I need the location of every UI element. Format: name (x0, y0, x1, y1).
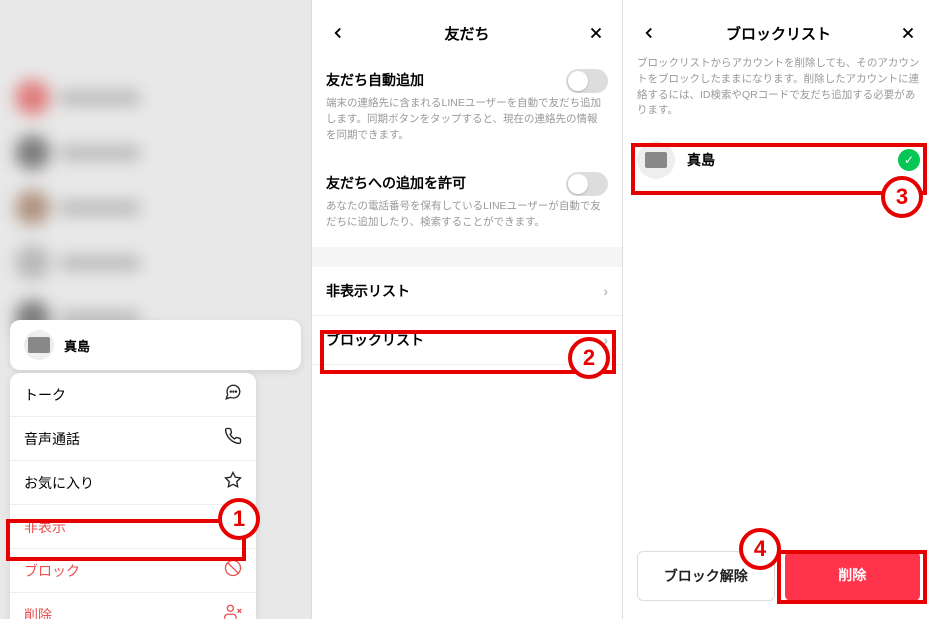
delete-button[interactable]: 削除 (785, 551, 921, 601)
divider (312, 247, 622, 267)
row-label: 非表示リスト (326, 281, 410, 301)
avatar (637, 141, 675, 179)
eye-off-icon (224, 515, 242, 538)
unblock-button[interactable]: ブロック解除 (637, 551, 775, 601)
avatar (24, 330, 54, 360)
menu-label: ブロック (24, 561, 80, 581)
setting-title: 友だち自動追加 (326, 66, 424, 96)
close-button[interactable] (896, 21, 920, 45)
menu-label: お気に入り (24, 473, 94, 493)
page-title: ブロックリスト (726, 23, 831, 44)
star-icon (224, 471, 242, 494)
menu-item-delete[interactable]: 削除 (10, 593, 256, 619)
toggle-allow-add[interactable] (566, 172, 608, 196)
close-button[interactable] (584, 21, 608, 45)
check-icon: ✓ (898, 149, 920, 171)
block-list-pane: ブロックリスト ブロックリストからアカウントを削除しても、そのアカウントをブロッ… (622, 0, 934, 619)
phone-icon (224, 427, 242, 450)
chevron-right-icon: › (603, 283, 608, 299)
chat-icon (224, 383, 242, 406)
menu-item-hide[interactable]: 非表示 (10, 505, 256, 549)
blocked-user-name: 真島 (687, 150, 886, 170)
back-button[interactable] (637, 21, 661, 45)
menu-label: 音声通話 (24, 429, 80, 449)
bottom-actions: ブロック解除 削除 (637, 551, 920, 601)
block-icon (224, 559, 242, 582)
setting-desc: 端末の連絡先に含まれるLINEユーザーを自動で友だち追加します。同期ボタンをタッ… (326, 96, 608, 143)
nav-header: 友だち (312, 0, 622, 56)
context-menu: トーク 音声通話 お気に入り 非表示 ブロック 削除 (10, 373, 256, 619)
page-title: 友だち (444, 23, 489, 44)
back-button[interactable] (326, 21, 350, 45)
contact-name: 真島 (64, 336, 90, 355)
info-text: ブロックリストからアカウントを削除しても、そのアカウントをブロックしたままになり… (623, 56, 934, 129)
menu-label: 非表示 (24, 517, 66, 537)
menu-item-voice-call[interactable]: 音声通話 (10, 417, 256, 461)
toggle-auto-add[interactable] (566, 69, 608, 93)
setting-allow-add: 友だちへの追加を許可 あなたの電話番号を保有しているLINEユーザーが自動で友だ… (312, 159, 622, 247)
setting-auto-add: 友だち自動追加 端末の連絡先に含まれるLINEユーザーを自動で友だち追加します。… (312, 56, 622, 159)
blocked-user-row[interactable]: 真島 ✓ (623, 129, 934, 191)
menu-item-talk[interactable]: トーク (10, 373, 256, 417)
setting-desc: あなたの電話番号を保有しているLINEユーザーが自動で友だちに追加したり、検索す… (326, 199, 608, 231)
menu-label: 削除 (24, 605, 52, 619)
user-remove-icon (224, 603, 242, 619)
menu-item-block[interactable]: ブロック (10, 549, 256, 593)
setting-title: 友だちへの追加を許可 (326, 169, 466, 199)
menu-label: トーク (24, 385, 66, 405)
nav-header: ブロックリスト (623, 0, 934, 56)
menu-item-favorite[interactable]: お気に入り (10, 461, 256, 505)
chevron-right-icon: › (603, 332, 608, 348)
row-label: ブロックリスト (326, 330, 424, 350)
friends-settings-pane: 友だち 友だち自動追加 端末の連絡先に含まれるLINEユーザーを自動で友だち追加… (311, 0, 622, 619)
friends-list-pane: 真島 トーク 音声通話 お気に入り 非表示 ブロック (0, 0, 311, 619)
row-hidden-list[interactable]: 非表示リスト › (312, 267, 622, 316)
row-block-list[interactable]: ブロックリスト › (312, 316, 622, 365)
contact-card[interactable]: 真島 (10, 320, 301, 370)
